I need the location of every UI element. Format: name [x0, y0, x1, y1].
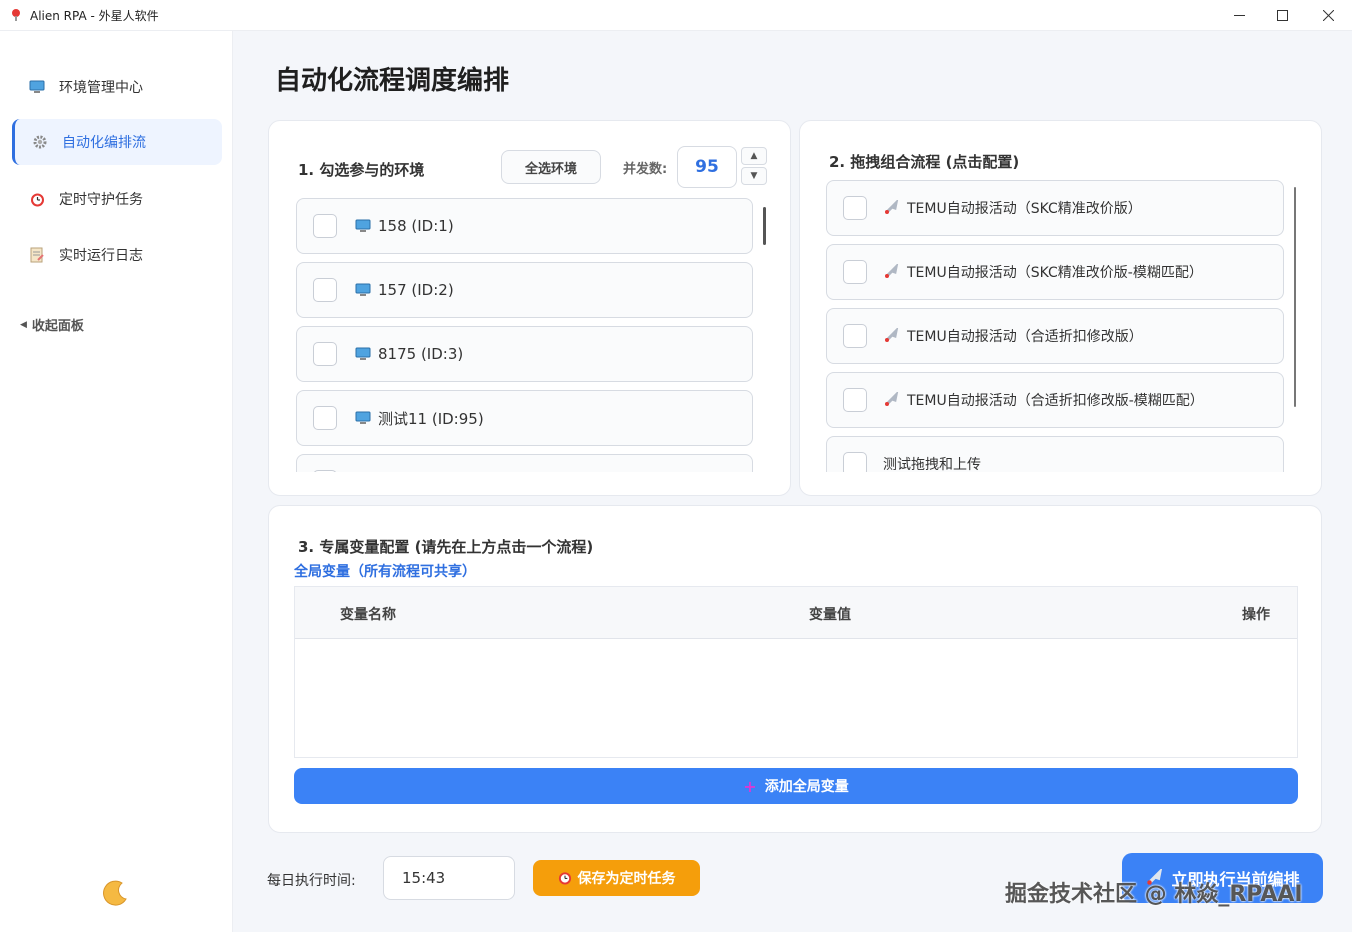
env-card: 1. 勾选参与的环境 全选环境 并发数: 95 ▲ ▼ 158 (ID:1) 1…: [268, 120, 791, 496]
env-list-scrollbar[interactable]: [763, 207, 766, 245]
caret-left-icon: ◀: [20, 319, 27, 330]
rocket-icon: [883, 200, 899, 216]
memo-icon: [28, 246, 46, 264]
sidebar-item-label: 自动化编排流: [62, 135, 146, 151]
variables-card: 3. 专属变量配置 (请先在上方点击一个流程) 全局变量（所有流程可共享） 变量…: [268, 505, 1322, 833]
env-list-item[interactable]: 158 (ID:1): [296, 198, 753, 254]
add-global-variable-label: 添加全局变量: [764, 779, 849, 795]
sidebar: 环境管理中心 自动化编排流 定时守护任务 实时运行日志 ◀ 收起面板: [0, 31, 233, 932]
window-title: Alien RPA - 外星人软件: [30, 8, 159, 23]
daily-time-input[interactable]: 15:43: [383, 856, 515, 900]
flow-checkbox[interactable]: [843, 388, 867, 412]
flow-label: TEMU自动报活动（合适折扣修改版）: [907, 329, 1143, 345]
sidebar-item-label: 环境管理中心: [59, 80, 143, 96]
column-header-name: 变量名称: [340, 607, 396, 623]
caret-down-icon: ▼: [750, 171, 758, 181]
concurrency-label: 并发数:: [623, 162, 668, 177]
env-checkbox[interactable]: [313, 406, 337, 430]
flow-label: TEMU自动报活动（SKC精准改价版-模糊匹配）: [907, 265, 1203, 281]
flow-list-item[interactable]: 测试拖拽和上传: [826, 436, 1284, 472]
app-logo-icon: [10, 8, 22, 22]
flow-list-item[interactable]: TEMU自动报活动（合适折扣修改版-模糊匹配）: [826, 372, 1284, 428]
env-label: 测试11 (ID:95): [378, 409, 484, 428]
caret-up-icon: ▲: [750, 151, 758, 161]
computer-icon: [28, 78, 46, 96]
close-icon: [1322, 10, 1334, 21]
env-section-title: 1. 勾选参与的环境: [298, 161, 425, 179]
page-title: 自动化流程调度编排: [275, 66, 510, 96]
rocket-icon: [883, 264, 899, 280]
flow-label: TEMU自动报活动（SKC精准改价版）: [907, 201, 1142, 217]
flow-label: TEMU自动报活动（合适折扣修改版-模糊匹配）: [907, 393, 1204, 409]
alarm-clock-icon: [28, 190, 46, 208]
computer-icon: [355, 219, 371, 233]
env-list-item[interactable]: 测试11 (ID:95): [296, 390, 753, 446]
flow-checkbox[interactable]: [843, 196, 867, 220]
sidebar-item-env-management[interactable]: 环境管理中心: [12, 64, 222, 110]
concurrency-input[interactable]: 95: [677, 146, 737, 188]
maximize-icon: [1276, 10, 1288, 21]
flow-checkbox[interactable]: [843, 260, 867, 284]
env-label: 157 (ID:2): [378, 281, 454, 299]
computer-icon: [355, 411, 371, 425]
env-checkbox[interactable]: [313, 214, 337, 238]
rocket-icon: [883, 328, 899, 344]
variables-table: 变量名称 变量值 操作: [294, 586, 1298, 758]
column-header-actions: 操作: [1242, 607, 1270, 623]
column-header-value: 变量值: [809, 607, 851, 623]
sidebar-item-automation-flow[interactable]: 自动化编排流: [12, 119, 222, 165]
variables-section-title: 3. 专属变量配置 (请先在上方点击一个流程): [298, 538, 594, 556]
flow-list-item[interactable]: TEMU自动报活动（SKC精准改价版）: [826, 180, 1284, 236]
concurrency-decrement-button[interactable]: ▼: [741, 167, 767, 185]
variables-table-header: 变量名称 变量值 操作: [295, 587, 1297, 639]
flow-list-item[interactable]: TEMU自动报活动（合适折扣修改版）: [826, 308, 1284, 364]
minimize-icon: [1233, 15, 1245, 16]
sidebar-item-scheduled-tasks[interactable]: 定时守护任务: [12, 176, 222, 222]
flow-card: 2. 拖拽组合流程 (点击配置) TEMU自动报活动（SKC精准改价版） TEM…: [799, 120, 1322, 496]
save-scheduled-task-button[interactable]: 保存为定时任务: [533, 860, 700, 896]
save-scheduled-task-label: 保存为定时任务: [577, 871, 676, 887]
gear-icon: [31, 133, 49, 151]
sidebar-item-runtime-logs[interactable]: 实时运行日志: [12, 232, 222, 278]
plus-icon: +: [743, 776, 757, 796]
maximize-button[interactable]: [1259, 0, 1305, 31]
select-all-env-button[interactable]: 全选环境: [501, 150, 601, 184]
flow-label: 测试拖拽和上传: [883, 457, 981, 472]
env-list-item[interactable]: 157 (ID:2): [296, 262, 753, 318]
env-checkbox[interactable]: [313, 278, 337, 302]
watermark-text: 掘金技术社区 @ 林焱_RPAAI: [1005, 882, 1303, 907]
env-list-item[interactable]: [296, 454, 753, 472]
env-label: 158 (ID:1): [378, 217, 454, 235]
env-list[interactable]: 158 (ID:1) 157 (ID:2) 8175 (ID:3) 测试11 (…: [296, 198, 766, 472]
minimize-button[interactable]: [1216, 0, 1262, 31]
flow-section-title: 2. 拖拽组合流程 (点击配置): [829, 153, 1020, 171]
moon-icon[interactable]: [100, 877, 132, 909]
collapse-panel-button[interactable]: ◀ 收起面板: [20, 315, 84, 334]
computer-icon: [355, 347, 371, 361]
env-label: 8175 (ID:3): [378, 345, 464, 363]
alarm-clock-icon: [558, 871, 572, 885]
concurrency-increment-button[interactable]: ▲: [741, 147, 767, 165]
env-checkbox[interactable]: [313, 342, 337, 366]
rocket-icon: [883, 392, 899, 408]
global-variables-link[interactable]: 全局变量（所有流程可共享）: [294, 561, 476, 581]
flow-checkbox[interactable]: [843, 324, 867, 348]
sidebar-item-label: 实时运行日志: [59, 248, 143, 264]
sidebar-item-label: 定时守护任务: [59, 192, 143, 208]
flow-list-scrollbar[interactable]: [1294, 187, 1296, 407]
env-list-item[interactable]: 8175 (ID:3): [296, 326, 753, 382]
computer-icon: [355, 283, 371, 297]
close-button[interactable]: [1305, 0, 1351, 31]
env-checkbox[interactable]: [313, 470, 337, 472]
daily-time-label: 每日执行时间:: [267, 873, 356, 889]
flow-checkbox[interactable]: [843, 452, 867, 472]
flow-list-item[interactable]: TEMU自动报活动（SKC精准改价版-模糊匹配）: [826, 244, 1284, 300]
collapse-panel-label: 收起面板: [31, 319, 84, 334]
title-bar: Alien RPA - 外星人软件: [0, 0, 1352, 31]
flow-list[interactable]: TEMU自动报活动（SKC精准改价版） TEMU自动报活动（SKC精准改价版-模…: [826, 180, 1296, 472]
add-global-variable-button[interactable]: + 添加全局变量: [294, 768, 1298, 804]
